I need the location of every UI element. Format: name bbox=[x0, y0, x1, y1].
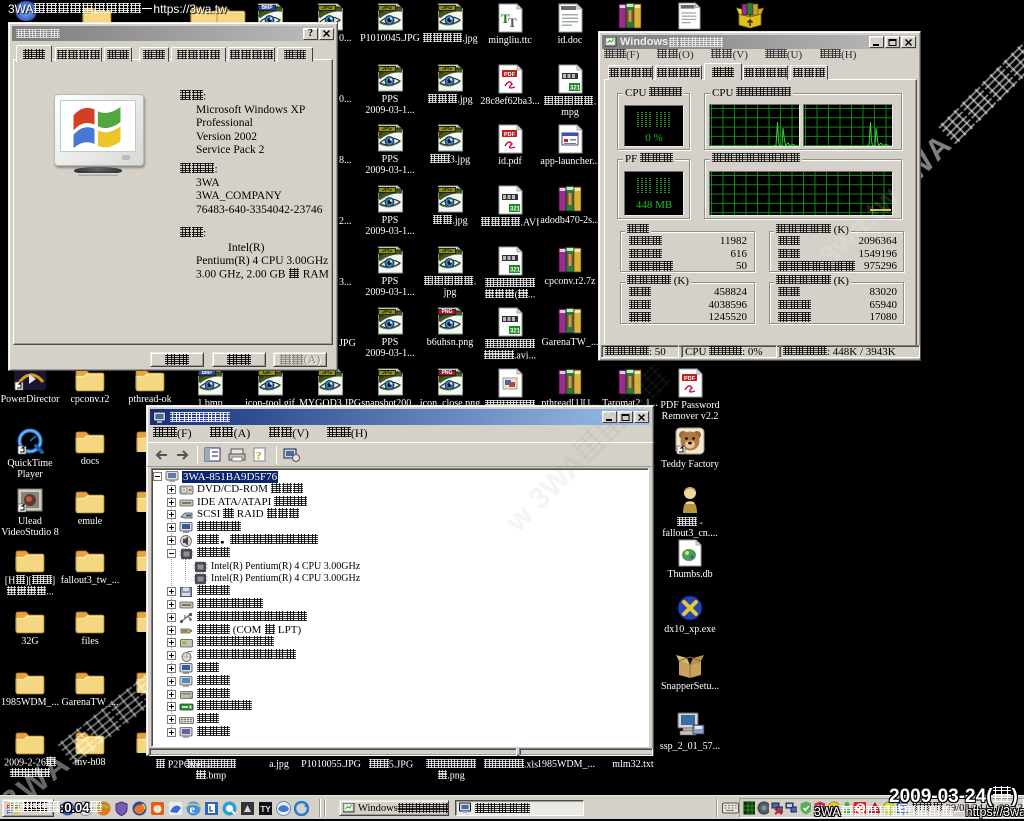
svg-text:?: ? bbox=[256, 450, 262, 462]
svg-text:TY: TY bbox=[261, 805, 272, 814]
